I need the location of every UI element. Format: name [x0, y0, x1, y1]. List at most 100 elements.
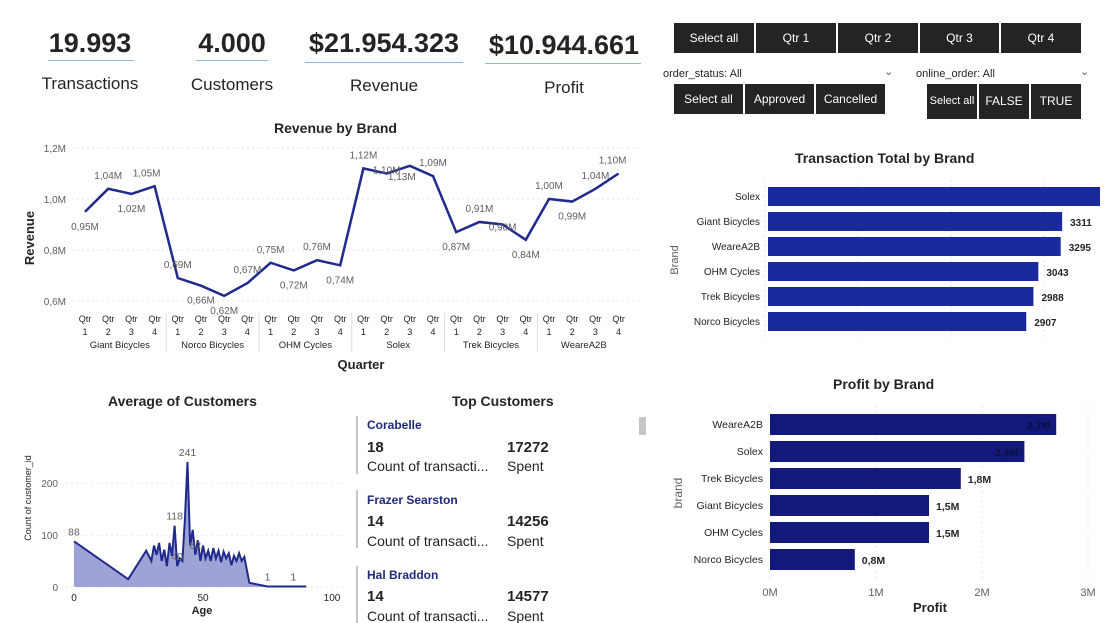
profit-x-tick: 1M [868, 587, 883, 599]
revenue-x-tick: Qtr [79, 314, 92, 324]
revenue-data-label: 1,04M [94, 171, 122, 182]
revenue-data-label: 1,04M [582, 171, 610, 182]
profit-bar[interactable] [770, 549, 855, 570]
profit-bar[interactable] [770, 468, 961, 489]
online-order-select-all-button[interactable]: Select all [927, 84, 977, 119]
online-order-false-button[interactable]: FALSE [979, 84, 1029, 119]
transaction-bar[interactable] [768, 287, 1034, 306]
online-order-title[interactable]: online_order: All [916, 68, 995, 80]
quarter-qtr4-button[interactable]: Qtr 4 [1001, 23, 1081, 53]
quarter-select-all-button[interactable]: Select all [674, 23, 754, 53]
kpi-value: $10.944.661 [488, 30, 640, 60]
order-status-approved-button[interactable]: Approved [745, 84, 814, 114]
transaction-bar[interactable] [768, 212, 1063, 231]
age-y-tick: 100 [41, 531, 58, 542]
scrollbar-thumb[interactable] [639, 417, 646, 435]
order-status-cancelled-button[interactable]: Cancelled [816, 84, 885, 114]
kpi-underline [305, 62, 463, 63]
profit-bars: WeareA2B 2,7M Solex 2,4M Trek Bicycles 1,8M Gi… [694, 414, 1057, 570]
order-status-select-all-button[interactable]: Select all [674, 84, 743, 114]
kpi-underline [485, 63, 641, 64]
revenue-x-tick: Qtr [473, 314, 486, 324]
customer-name: Corabelle [367, 418, 422, 432]
transaction-bars: Solex4253Giant Bicycles3311WeareA2B3295O… [694, 187, 1100, 331]
revenue-x-tick: 3 [314, 327, 319, 337]
profit-data-label: 0,8M [862, 555, 886, 567]
revenue-x-tick: 4 [338, 327, 343, 337]
transaction-category-label: Solex [735, 192, 760, 203]
customer-name: Frazer Searston [367, 493, 458, 507]
profit-category-label: Norco Bicycles [694, 554, 763, 566]
quarter-qtr2-button[interactable]: Qtr 2 [838, 23, 918, 53]
revenue-x-tick: 2 [291, 327, 296, 337]
profit-bar[interactable] [770, 414, 1057, 435]
revenue-x-tick: 1 [82, 327, 87, 337]
profit-bar[interactable] [770, 522, 929, 543]
age-data-label: 241 [179, 447, 197, 459]
revenue-x-tick: Qtr [311, 314, 324, 324]
transaction-data-label: 3295 [1069, 243, 1092, 254]
chevron-down-icon[interactable]: ⌄ [1080, 65, 1089, 78]
revenue-x-tick: 1 [361, 327, 366, 337]
revenue-x-tick: Qtr [566, 314, 579, 324]
revenue-data-label: 1,05M [133, 168, 161, 179]
transaction-data-label: 3311 [1070, 218, 1092, 229]
order-status-title[interactable]: order_status: All [663, 68, 742, 80]
transaction-category-label: OHM Cycles [704, 267, 760, 278]
card-accent [356, 490, 358, 548]
profit-category-label: Solex [737, 446, 764, 458]
revenue-data-label: 0,87M [442, 242, 470, 253]
revenue-x-tick: 2 [106, 327, 111, 337]
transaction-y-axis-label: Brand [669, 245, 681, 274]
revenue-x-tick: 4 [152, 327, 157, 337]
count-label: Count of transacti... [367, 458, 489, 474]
transaction-bar[interactable] [768, 187, 1100, 206]
customer-spent: 17272 [507, 439, 549, 456]
profit-x-ticks: 0M 1M 2M 3M [762, 587, 1095, 599]
online-order-true-button[interactable]: TRUE [1031, 84, 1081, 119]
revenue-group-label: Solex [386, 340, 410, 351]
revenue-x-tick: Qtr [148, 314, 161, 324]
revenue-x-tick: 3 [407, 327, 412, 337]
age-data-label: 118 [166, 511, 183, 523]
revenue-group-label: OHM Cycles [279, 340, 333, 351]
kpi-label: Customers [190, 75, 274, 94]
revenue-y-ticks: 0,6M 0,8M 1,0M 1,2M [44, 144, 66, 308]
transaction-category-label: Trek Bicycles [701, 292, 760, 303]
customer-name: Hal Braddon [367, 568, 439, 582]
revenue-x-ticks: Qtr 1 Qtr 2 Qtr 3 Qtr 4 Qtr 1 Qtr 2 Qtr 3 Qtr 4 Qtr 1 Qtr 2… [79, 313, 625, 352]
count-label: Count of transacti... [367, 608, 489, 623]
age-data-label: 62 [189, 540, 201, 552]
card-accent [356, 566, 358, 623]
revenue-data-label: 0,91M [466, 204, 494, 215]
spent-label: Spent [507, 533, 544, 549]
revenue-group-label: Trek Bicycles [463, 340, 519, 351]
profit-data-label: 1,5M [936, 528, 960, 540]
customer-spent: 14577 [507, 588, 549, 605]
revenue-y-tick: 0,8M [44, 246, 66, 257]
revenue-y-axis-label: Revenue [22, 211, 37, 265]
quarter-qtr1-button[interactable]: Qtr 1 [756, 23, 836, 53]
revenue-x-tick: 2 [384, 327, 389, 337]
revenue-data-label: 1,10M [599, 156, 627, 167]
profit-bar[interactable] [770, 441, 1025, 462]
revenue-x-tick: 3 [500, 327, 505, 337]
kpi-value: 4.000 [198, 28, 266, 58]
revenue-x-tick: 1 [454, 327, 459, 337]
revenue-x-tick: Qtr [102, 314, 115, 324]
transaction-bar-chart: Solex4253Giant Bicycles3311WeareA2B3295O… [669, 180, 1100, 340]
quarter-qtr3-button[interactable]: Qtr 3 [920, 23, 999, 53]
revenue-x-tick: Qtr [612, 314, 625, 324]
revenue-x-axis-label: Quarter [338, 357, 385, 372]
profit-bar[interactable] [770, 495, 929, 516]
transaction-bar[interactable] [768, 262, 1039, 281]
profit-category-label: Giant Bicycles [696, 500, 763, 512]
profit-x-axis-label: Profit [913, 600, 948, 615]
revenue-y-tick: 1,0M [44, 195, 66, 206]
kpi-label: Revenue [349, 76, 419, 95]
age-y-axis-label: Count of customer_id [23, 455, 33, 541]
transaction-bar[interactable] [768, 312, 1027, 331]
revenue-x-tick: Qtr [450, 314, 463, 324]
transaction-bar[interactable] [768, 237, 1061, 256]
chevron-down-icon[interactable]: ⌄ [884, 65, 893, 78]
